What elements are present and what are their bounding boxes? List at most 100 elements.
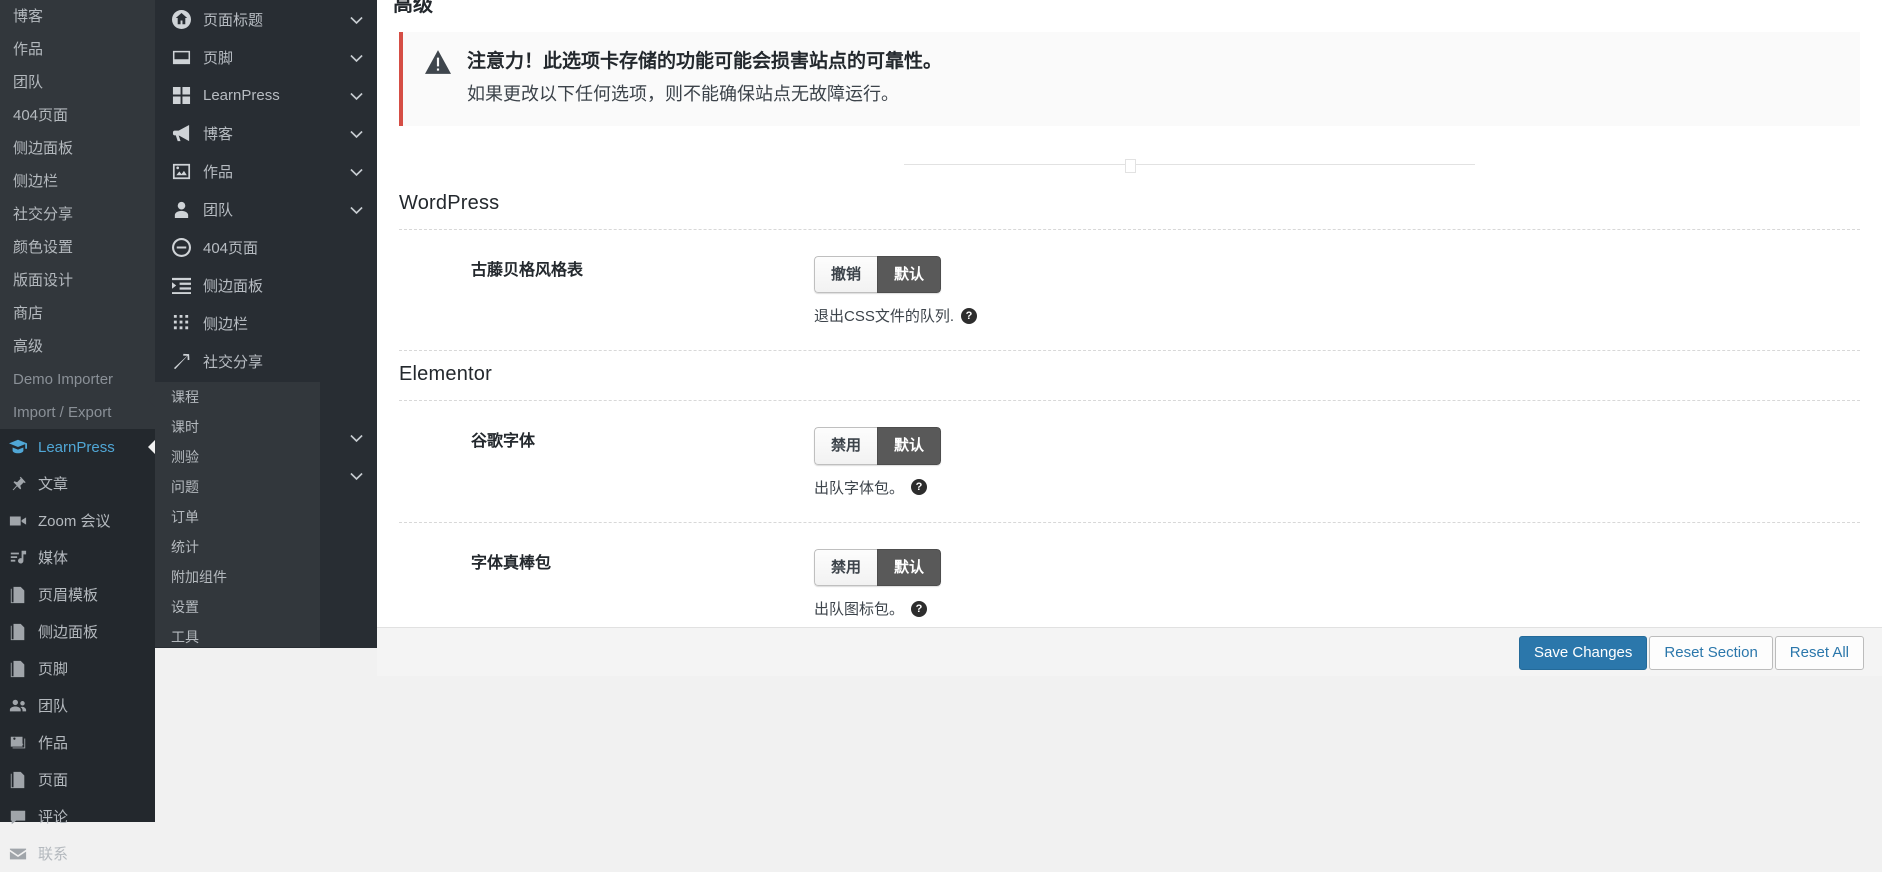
minus-circle-icon bbox=[169, 235, 193, 259]
button-set-option[interactable]: 禁用 bbox=[814, 427, 878, 465]
wp-submenu-item[interactable]: 博客 bbox=[0, 0, 155, 33]
footer-button-group: Save Changes Reset Section Reset All bbox=[1519, 636, 1864, 670]
chevron-down-icon[interactable] bbox=[349, 89, 363, 102]
question-mark-icon[interactable]: ? bbox=[961, 307, 978, 324]
wp-menu-item[interactable]: 文章 bbox=[0, 465, 155, 502]
chevron-down-icon[interactable] bbox=[349, 203, 363, 216]
redux-nav-item-label: LearnPress bbox=[203, 86, 280, 104]
wp-submenu-item[interactable]: 社交分享 bbox=[0, 198, 155, 231]
learnpress-submenu-item[interactable]: 设置 bbox=[155, 592, 320, 622]
learnpress-submenu-item[interactable]: 工具 bbox=[155, 622, 320, 652]
chevron-down-icon[interactable] bbox=[349, 431, 363, 444]
warning-notice: 注意力！此选项卡存储的功能可能会损害站点的可靠性。 如果更改以下任何选项，则不能… bbox=[399, 32, 1860, 126]
wp-menu-item-label: 联系 bbox=[38, 846, 69, 863]
learnpress-submenu-item[interactable]: 课程 bbox=[155, 382, 320, 412]
pages-icon bbox=[8, 622, 28, 642]
wp-menu-item-label: Zoom 会议 bbox=[38, 513, 111, 530]
question-mark-icon[interactable]: ? bbox=[911, 479, 928, 495]
redux-nav-item[interactable]: 侧边面板 bbox=[155, 266, 377, 304]
wp-submenu-item[interactable]: 颜色设置 bbox=[0, 231, 155, 264]
wp-menu-item-label: 团队 bbox=[38, 698, 69, 715]
question-mark-icon[interactable]: ? bbox=[911, 600, 928, 617]
wp-submenu-item[interactable]: 侧边面板 bbox=[0, 132, 155, 165]
wp-menu-item[interactable]: 页脚 bbox=[0, 650, 155, 687]
wp-menu-item[interactable]: Zoom 会议 bbox=[0, 502, 155, 539]
wp-menu-item-label: 侧边面板 bbox=[38, 624, 99, 641]
redux-nav-item[interactable]: 博客 bbox=[155, 114, 377, 152]
wp-admin-sidebar: 博客 作品 团队 404页面 侧边面板 侧边栏 社交分享 颜色设置 版面设计 商店 高级 Demo I… bbox=[0, 0, 156, 863]
page-title: 高级 bbox=[393, 0, 433, 16]
learnpress-submenu-item[interactable]: 问题 bbox=[155, 472, 320, 502]
redux-nav-item-label: 博客 bbox=[203, 125, 234, 143]
wp-submenu-item[interactable]: Import / Export bbox=[0, 396, 155, 429]
reset-all-button[interactable]: Reset All bbox=[1774, 636, 1864, 670]
reset-section-button[interactable]: Reset Section bbox=[1649, 636, 1773, 670]
wp-menu-item[interactable]: 团队 bbox=[0, 687, 155, 724]
chevron-down-icon[interactable] bbox=[349, 13, 363, 26]
person-icon bbox=[169, 197, 193, 221]
option-control: 禁用 默认出队字体包。? bbox=[814, 427, 1860, 498]
wp-menu-item-label: 媒体 bbox=[38, 550, 69, 567]
button-set-option[interactable]: 撤销 bbox=[814, 255, 878, 293]
wp-menu-item[interactable]: 联系 bbox=[0, 835, 155, 872]
wp-menu-item-label: 文章 bbox=[38, 476, 69, 493]
button-set-option-selected[interactable]: 默认 bbox=[877, 548, 942, 586]
wp-menu-item[interactable]: 作品 bbox=[0, 724, 155, 761]
wp-menu-item[interactable]: 页面 bbox=[0, 761, 155, 798]
save-changes-button[interactable]: Save Changes bbox=[1519, 636, 1648, 670]
option-help-line: 出队图标包。? bbox=[814, 598, 1860, 619]
media-icon bbox=[8, 548, 28, 568]
divider-handle[interactable] bbox=[1124, 158, 1136, 173]
wp-menu-item[interactable]: 侧边面板 bbox=[0, 613, 155, 650]
dots-grid-icon bbox=[169, 311, 193, 335]
image-icon bbox=[169, 159, 193, 183]
redux-nav-item-label: 404页面 bbox=[203, 239, 259, 257]
wp-submenu-item[interactable]: 侧边栏 bbox=[0, 165, 155, 198]
option-row: 古藤贝格风格表 撤销 默认 退出CSS文件的队列.? bbox=[399, 230, 1860, 351]
redux-nav-item[interactable]: 社交分享 bbox=[155, 342, 377, 380]
wp-menu-item-label: 作品 bbox=[38, 735, 69, 752]
wp-submenu-item[interactable]: Demo Importer bbox=[0, 363, 155, 396]
wp-submenu-item[interactable]: 404页面 bbox=[0, 99, 155, 132]
redux-nav-item-label: 页面标题 bbox=[203, 11, 264, 29]
redux-nav-item-label: 团队 bbox=[203, 201, 234, 219]
learnpress-submenu-item[interactable]: 附加组件 bbox=[155, 562, 320, 592]
wp-menu-item[interactable]: LearnPress bbox=[0, 429, 156, 465]
button-set-option[interactable]: 禁用 bbox=[814, 548, 878, 586]
wp-menu-item[interactable]: 页眉模板 bbox=[0, 576, 155, 613]
learnpress-submenu-item[interactable]: 课时 bbox=[155, 412, 320, 442]
chevron-down-icon[interactable] bbox=[349, 165, 363, 178]
learnpress-submenu-item[interactable]: 测验 bbox=[155, 442, 320, 472]
wp-menu-item[interactable]: 评论 bbox=[0, 798, 155, 835]
redux-nav-item[interactable]: 页脚 bbox=[155, 38, 377, 76]
wp-submenu-item[interactable]: 商店 bbox=[0, 297, 155, 330]
wp-menu-item-label: 页眉模板 bbox=[38, 587, 99, 604]
button-set-option-selected[interactable]: 默认 bbox=[877, 255, 942, 293]
redux-nav-item-label: 侧边栏 bbox=[203, 315, 249, 333]
wp-submenu-item[interactable]: 版面设计 bbox=[0, 264, 155, 297]
divider-line bbox=[904, 163, 1475, 165]
chevron-down-icon[interactable] bbox=[349, 51, 363, 64]
pages-icon bbox=[8, 659, 28, 679]
section-heading: WordPress bbox=[399, 192, 1860, 230]
wp-submenu-item[interactable]: 团队 bbox=[0, 66, 155, 99]
wp-submenu-item[interactable]: 高级 bbox=[0, 330, 155, 363]
chevron-down-icon[interactable] bbox=[349, 127, 363, 140]
redux-nav-item[interactable]: LearnPress bbox=[155, 76, 377, 114]
envelope-icon bbox=[8, 844, 28, 864]
button-set-option-selected[interactable]: 默认 bbox=[877, 427, 942, 465]
redux-nav-item[interactable]: 404页面 bbox=[155, 228, 377, 266]
learnpress-submenu-item[interactable]: 统计 bbox=[155, 532, 320, 562]
redux-nav-item[interactable]: 作品 bbox=[155, 152, 377, 190]
wp-submenu-item[interactable]: 作品 bbox=[0, 33, 155, 66]
comment-icon bbox=[8, 807, 28, 827]
redux-nav-item[interactable]: 页面标题 bbox=[155, 0, 377, 38]
option-help-text: 出队字体包。 bbox=[814, 479, 905, 497]
options-main-panel: 高级 注意力！此选项卡存储的功能可能会损害站点的可靠性。 如果更改以下任何选项，… bbox=[377, 0, 1882, 644]
chevron-down-icon[interactable] bbox=[349, 469, 363, 482]
redux-nav-item[interactable]: 侧边栏 bbox=[155, 304, 377, 342]
gallery-icon bbox=[8, 733, 28, 753]
learnpress-submenu-item[interactable]: 订单 bbox=[155, 502, 320, 532]
wp-menu-item[interactable]: 媒体 bbox=[0, 539, 155, 576]
redux-nav-item[interactable]: 团队 bbox=[155, 190, 377, 228]
